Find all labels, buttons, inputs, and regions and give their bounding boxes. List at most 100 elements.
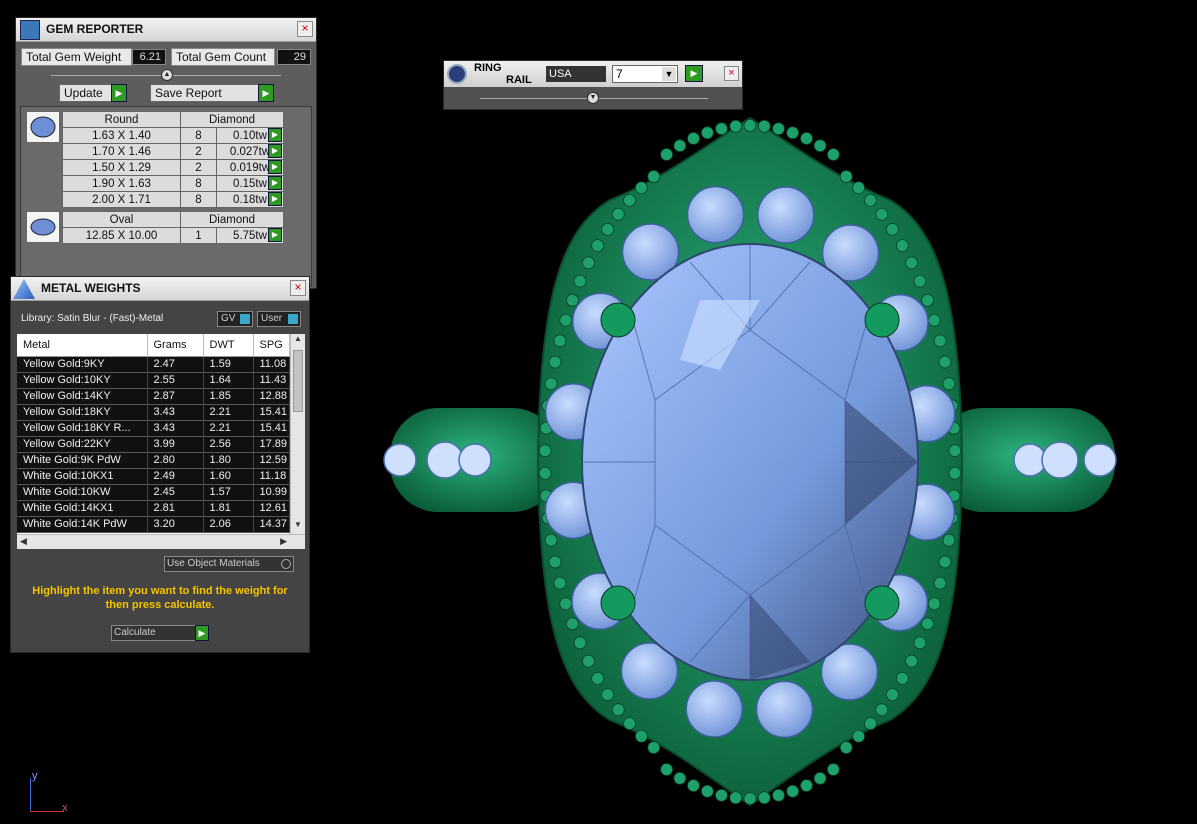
bead bbox=[687, 779, 700, 792]
metal-dwt: 1.85 bbox=[203, 388, 254, 405]
bead bbox=[591, 671, 605, 685]
gem-row[interactable]: 1.50 X 1.29 2 0.019tw bbox=[62, 159, 284, 176]
gem-row[interactable]: 1.90 X 1.63 8 0.15tw bbox=[62, 175, 284, 192]
metal-spg: 12.61 bbox=[253, 500, 290, 517]
gem-shape-header: Oval bbox=[62, 211, 181, 228]
gem-reporter-titlebar[interactable]: GEM REPORTER × bbox=[16, 18, 316, 42]
gem-row[interactable]: 12.85 X 10.00 1 5.75tw bbox=[62, 227, 284, 244]
play-icon: ▶ bbox=[258, 84, 274, 102]
size-slider-knob[interactable]: ▲ bbox=[161, 69, 173, 81]
vertical-scrollbar[interactable]: ▲ ▼ bbox=[290, 334, 305, 534]
grams-column-header[interactable]: Grams bbox=[147, 334, 204, 357]
select-gem-button[interactable]: ▶ bbox=[268, 128, 282, 142]
metal-row[interactable]: White Gold:10KW 2.45 1.57 10.99 bbox=[17, 484, 290, 501]
bead bbox=[687, 132, 700, 145]
gv-toggle[interactable]: GV bbox=[217, 311, 253, 327]
bead bbox=[942, 377, 956, 391]
user-toggle[interactable]: User bbox=[257, 311, 301, 327]
metal-grams: 2.47 bbox=[147, 356, 204, 373]
spg-column-header[interactable]: SPG bbox=[253, 334, 290, 357]
metal-name: White Gold:10KW bbox=[17, 484, 148, 501]
gem-size: 1.90 X 1.63 bbox=[62, 175, 181, 192]
gem-count: 8 bbox=[180, 127, 217, 144]
scroll-right-icon[interactable]: ▶ bbox=[280, 536, 287, 547]
gem-row-buttons: ▶ ▶ ▶ ▶ ▶ bbox=[268, 128, 284, 206]
bead bbox=[852, 181, 866, 195]
dwt-column-header[interactable]: DWT bbox=[203, 334, 254, 357]
bead bbox=[895, 671, 909, 685]
metal-row[interactable]: White Gold:9K PdW 2.80 1.80 12.59 bbox=[17, 452, 290, 469]
bead bbox=[601, 688, 614, 702]
bead bbox=[660, 148, 674, 161]
metal-dwt: 1.57 bbox=[203, 484, 254, 501]
gem-row[interactable]: 1.63 X 1.40 8 0.10tw bbox=[62, 127, 284, 144]
metal-name: Yellow Gold:18KY bbox=[17, 404, 148, 421]
calculate-button[interactable]: Calculate ▶ bbox=[111, 625, 209, 641]
bead bbox=[933, 576, 947, 590]
bead bbox=[559, 313, 573, 327]
close-icon[interactable]: × bbox=[290, 280, 306, 296]
metal-name: Yellow Gold:18KY R... bbox=[17, 420, 148, 437]
bead bbox=[573, 636, 587, 650]
apply-size-button[interactable]: ▶ bbox=[685, 65, 703, 82]
ring-rail-header[interactable]: RING RAIL USA 7 ▼ ▶ × bbox=[444, 61, 742, 87]
metal-grams: 3.43 bbox=[147, 420, 204, 437]
metal-row[interactable]: Yellow Gold:10KY 2.55 1.64 11.43 bbox=[17, 372, 290, 389]
metal-row[interactable]: White Gold:14K PdW 3.20 2.06 14.37 bbox=[17, 516, 290, 533]
close-icon[interactable]: × bbox=[724, 66, 739, 81]
gem-row[interactable]: 1.70 X 1.46 2 0.027tw bbox=[62, 143, 284, 160]
select-gem-button[interactable]: ▶ bbox=[268, 176, 282, 190]
metal-row[interactable]: Yellow Gold:14KY 2.87 1.85 12.88 bbox=[17, 388, 290, 405]
bead bbox=[591, 239, 605, 253]
metal-dwt: 2.21 bbox=[203, 420, 254, 437]
total-weight-value: 6.21 bbox=[132, 49, 166, 65]
metal-spg: 14.37 bbox=[253, 516, 290, 533]
metal-row[interactable]: Yellow Gold:18KY R... 3.43 2.21 15.41 bbox=[17, 420, 290, 437]
metal-row[interactable]: White Gold:14KX1 2.81 1.81 12.61 bbox=[17, 500, 290, 517]
update-button[interactable]: Update ▶ bbox=[59, 84, 127, 102]
center-oval-stone bbox=[581, 243, 919, 681]
scroll-down-icon[interactable]: ▼ bbox=[291, 520, 305, 534]
scroll-up-icon[interactable]: ▲ bbox=[291, 334, 305, 348]
metal-weights-titlebar[interactable]: METAL WEIGHTS × bbox=[11, 277, 309, 301]
bead bbox=[700, 126, 714, 140]
metal-column-header[interactable]: Metal bbox=[17, 334, 148, 357]
metal-dwt: 1.80 bbox=[203, 452, 254, 469]
metal-spg: 11.43 bbox=[253, 372, 290, 389]
metal-row[interactable]: Yellow Gold:18KY 3.43 2.21 15.41 bbox=[17, 404, 290, 421]
metal-row[interactable]: White Gold:10KX1 2.49 1.60 11.18 bbox=[17, 468, 290, 485]
metal-name: Yellow Gold:14KY bbox=[17, 388, 148, 405]
scroll-left-icon[interactable]: ◀ bbox=[20, 536, 27, 547]
bead bbox=[913, 274, 927, 288]
ring-size-select[interactable]: 7 ▼ bbox=[612, 65, 678, 83]
region-field[interactable]: USA bbox=[546, 66, 606, 82]
bead bbox=[800, 132, 813, 145]
calculate-button-label: Calculate bbox=[114, 627, 156, 638]
select-gem-button[interactable]: ▶ bbox=[268, 228, 282, 242]
bead bbox=[839, 741, 853, 754]
total-count-value: 29 bbox=[277, 49, 311, 65]
bead bbox=[729, 119, 743, 133]
bead bbox=[886, 688, 899, 702]
bead bbox=[582, 256, 595, 270]
select-gem-button[interactable]: ▶ bbox=[268, 144, 282, 158]
metal-dwt: 1.60 bbox=[203, 468, 254, 485]
bead bbox=[938, 355, 952, 369]
rail-slider-knob[interactable]: ▼ bbox=[587, 92, 599, 104]
gem-row[interactable]: 2.00 X 1.71 8 0.18tw bbox=[62, 191, 284, 208]
axis-indicator: y x bbox=[26, 770, 72, 816]
round-diamond-table: Round Diamond 1.63 X 1.40 8 0.10tw 1.70 X 1… bbox=[62, 111, 284, 208]
select-gem-button[interactable]: ▶ bbox=[268, 192, 282, 206]
select-gem-button[interactable]: ▶ bbox=[268, 160, 282, 174]
close-icon[interactable]: × bbox=[297, 21, 313, 37]
bead bbox=[647, 170, 661, 183]
library-label: Library: Satin Blur - (Fast)-Metal bbox=[21, 313, 164, 324]
metal-row[interactable]: Yellow Gold:22KY 3.99 2.56 17.89 bbox=[17, 436, 290, 453]
metal-row[interactable]: Yellow Gold:9KY 2.47 1.59 11.08 bbox=[17, 356, 290, 373]
horizontal-scrollbar[interactable]: ◀ ▶ bbox=[17, 534, 305, 549]
use-object-materials-checkbox[interactable]: Use Object Materials bbox=[164, 556, 294, 572]
scroll-thumb[interactable] bbox=[293, 350, 303, 412]
bead bbox=[864, 193, 877, 207]
gem-count: 2 bbox=[180, 159, 217, 176]
save-report-button[interactable]: Save Report ▶ bbox=[150, 84, 274, 102]
